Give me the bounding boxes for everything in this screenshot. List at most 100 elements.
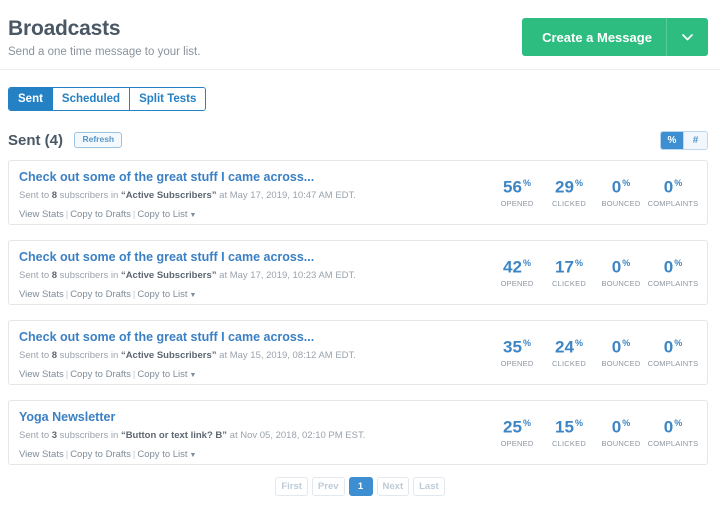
meta-prefix: Sent to — [19, 190, 52, 201]
stat-unit: % — [622, 338, 631, 348]
action-separator: | — [132, 369, 136, 380]
caret-down-icon[interactable]: ▼ — [190, 212, 197, 219]
meta-list-name: “Button or text link? B” — [120, 430, 228, 441]
pagination-1[interactable]: 1 — [348, 477, 373, 496]
stat-label: BOUNCED — [601, 198, 641, 208]
create-message-label: Create a Message — [542, 29, 652, 45]
meta-prefix: Sent to — [19, 430, 52, 441]
stat-unit: % — [574, 178, 583, 188]
view-stats-link[interactable]: View Stats — [19, 449, 64, 460]
stat-unit: % — [674, 258, 683, 268]
tab-split-tests[interactable]: Split Tests — [130, 88, 206, 110]
copy-to-list-link[interactable]: Copy to List — [137, 209, 187, 220]
broadcast-stats: 35% OPENED 24% CLICKED 0% BOUNCED 0% COMPLAINTS — [491, 333, 699, 368]
meta-prefix: Sent to — [19, 270, 52, 281]
stat-complaints: 0% COMPLAINTS — [647, 253, 699, 288]
stat-number: 15 — [555, 417, 574, 437]
broadcast-stats: 25% OPENED 15% CLICKED 0% BOUNCED 0% COMPLAINTS — [491, 413, 699, 448]
stat-label: CLICKED — [552, 198, 586, 208]
stat-value: 0% — [595, 413, 647, 438]
stat-number: 24 — [555, 337, 574, 357]
chevron-down-icon[interactable] — [666, 18, 708, 56]
unit-toggle-percent[interactable]: % — [661, 132, 684, 149]
stat-label: BOUNCED — [601, 438, 641, 448]
create-message-button[interactable]: Create a Message — [522, 18, 708, 56]
stat-label: OPENED — [500, 438, 534, 448]
refresh-button[interactable]: Refresh — [74, 132, 123, 148]
action-separator: | — [65, 369, 69, 380]
stat-number: 17 — [555, 257, 574, 277]
meta-timestamp: at Nov 05, 2018, 02:10 PM EST. — [227, 430, 366, 441]
caret-down-icon[interactable]: ▼ — [190, 292, 197, 299]
stat-complaints: 0% COMPLAINTS — [647, 333, 699, 368]
broadcast-card: Check out some of the great stuff I came… — [8, 160, 708, 225]
stat-number: 42 — [503, 257, 522, 277]
stat-opened: 42% OPENED — [491, 253, 543, 288]
stat-value: 0% — [595, 173, 647, 198]
meta-middle: subscribers in — [57, 270, 121, 281]
stat-unit: % — [622, 418, 631, 428]
stat-number: 0 — [611, 337, 622, 357]
caret-down-icon[interactable]: ▼ — [190, 372, 197, 379]
stat-unit: % — [574, 338, 583, 348]
stat-label: CLICKED — [552, 358, 586, 368]
stat-label: CLICKED — [552, 278, 586, 288]
stat-opened: 25% OPENED — [491, 413, 543, 448]
copy-to-drafts-link[interactable]: Copy to Drafts — [70, 449, 131, 460]
meta-middle: subscribers in — [57, 430, 121, 441]
copy-to-list-link[interactable]: Copy to List — [137, 449, 187, 460]
stat-unit: % — [622, 178, 631, 188]
meta-list-name: “Active Subscribers” — [120, 270, 217, 281]
stat-value: 29% — [543, 173, 595, 198]
stat-unit: % — [674, 338, 683, 348]
broadcast-actions: View Stats | Copy to Drafts | Copy to List ▼ — [19, 209, 697, 222]
stat-label: COMPLAINTS — [647, 438, 699, 448]
section-title: Sent (4) — [8, 132, 64, 149]
copy-to-drafts-link[interactable]: Copy to Drafts — [70, 209, 131, 220]
stat-value: 56% — [491, 173, 543, 198]
broadcast-stats: 56% OPENED 29% CLICKED 0% BOUNCED 0% COMPLAINTS — [491, 173, 699, 208]
stat-bounced: 0% BOUNCED — [595, 253, 647, 288]
stat-unit: % — [574, 258, 583, 268]
section-header: Sent (4) Refresh % # — [8, 131, 708, 153]
broadcast-list: Check out some of the great stuff I came… — [8, 160, 708, 480]
action-separator: | — [132, 209, 136, 220]
stat-value: 25% — [491, 413, 543, 438]
stat-number: 0 — [663, 177, 674, 197]
action-separator: | — [65, 449, 69, 460]
copy-to-list-link[interactable]: Copy to List — [137, 369, 187, 380]
copy-to-list-link[interactable]: Copy to List — [137, 289, 187, 300]
view-stats-link[interactable]: View Stats — [19, 209, 64, 220]
stat-bounced: 0% BOUNCED — [595, 173, 647, 208]
meta-timestamp: at May 15, 2019, 08:12 AM EDT. — [216, 350, 356, 361]
stat-label: COMPLAINTS — [647, 358, 699, 368]
stat-unit: % — [674, 178, 683, 188]
unit-toggle-count[interactable]: # — [684, 132, 707, 149]
stat-number: 0 — [611, 257, 622, 277]
caret-down-icon[interactable]: ▼ — [190, 452, 197, 459]
meta-timestamp: at May 17, 2019, 10:47 AM EDT. — [216, 190, 356, 201]
stat-value: 17% — [543, 253, 595, 278]
stat-number: 35 — [503, 337, 522, 357]
view-stats-link[interactable]: View Stats — [19, 289, 64, 300]
stat-number: 29 — [555, 177, 574, 197]
meta-list-name: “Active Subscribers” — [120, 350, 217, 361]
view-stats-link[interactable]: View Stats — [19, 369, 64, 380]
stat-unit: % — [522, 258, 531, 268]
stat-label: COMPLAINTS — [647, 278, 699, 288]
stat-opened: 56% OPENED — [491, 173, 543, 208]
stat-value: 0% — [595, 253, 647, 278]
meta-list-name: “Active Subscribers” — [120, 190, 217, 201]
broadcast-actions: View Stats | Copy to Drafts | Copy to List ▼ — [19, 289, 697, 302]
stat-label: OPENED — [500, 198, 534, 208]
meta-timestamp: at May 17, 2019, 10:23 AM EDT. — [216, 270, 356, 281]
stat-number: 25 — [503, 417, 522, 437]
copy-to-drafts-link[interactable]: Copy to Drafts — [70, 369, 131, 380]
stat-bounced: 0% BOUNCED — [595, 333, 647, 368]
copy-to-drafts-link[interactable]: Copy to Drafts — [70, 289, 131, 300]
stat-number: 0 — [611, 417, 622, 437]
tab-sent[interactable]: Sent — [9, 88, 53, 110]
stat-opened: 35% OPENED — [491, 333, 543, 368]
tab-scheduled[interactable]: Scheduled — [52, 88, 131, 110]
stat-value: 35% — [491, 333, 543, 358]
